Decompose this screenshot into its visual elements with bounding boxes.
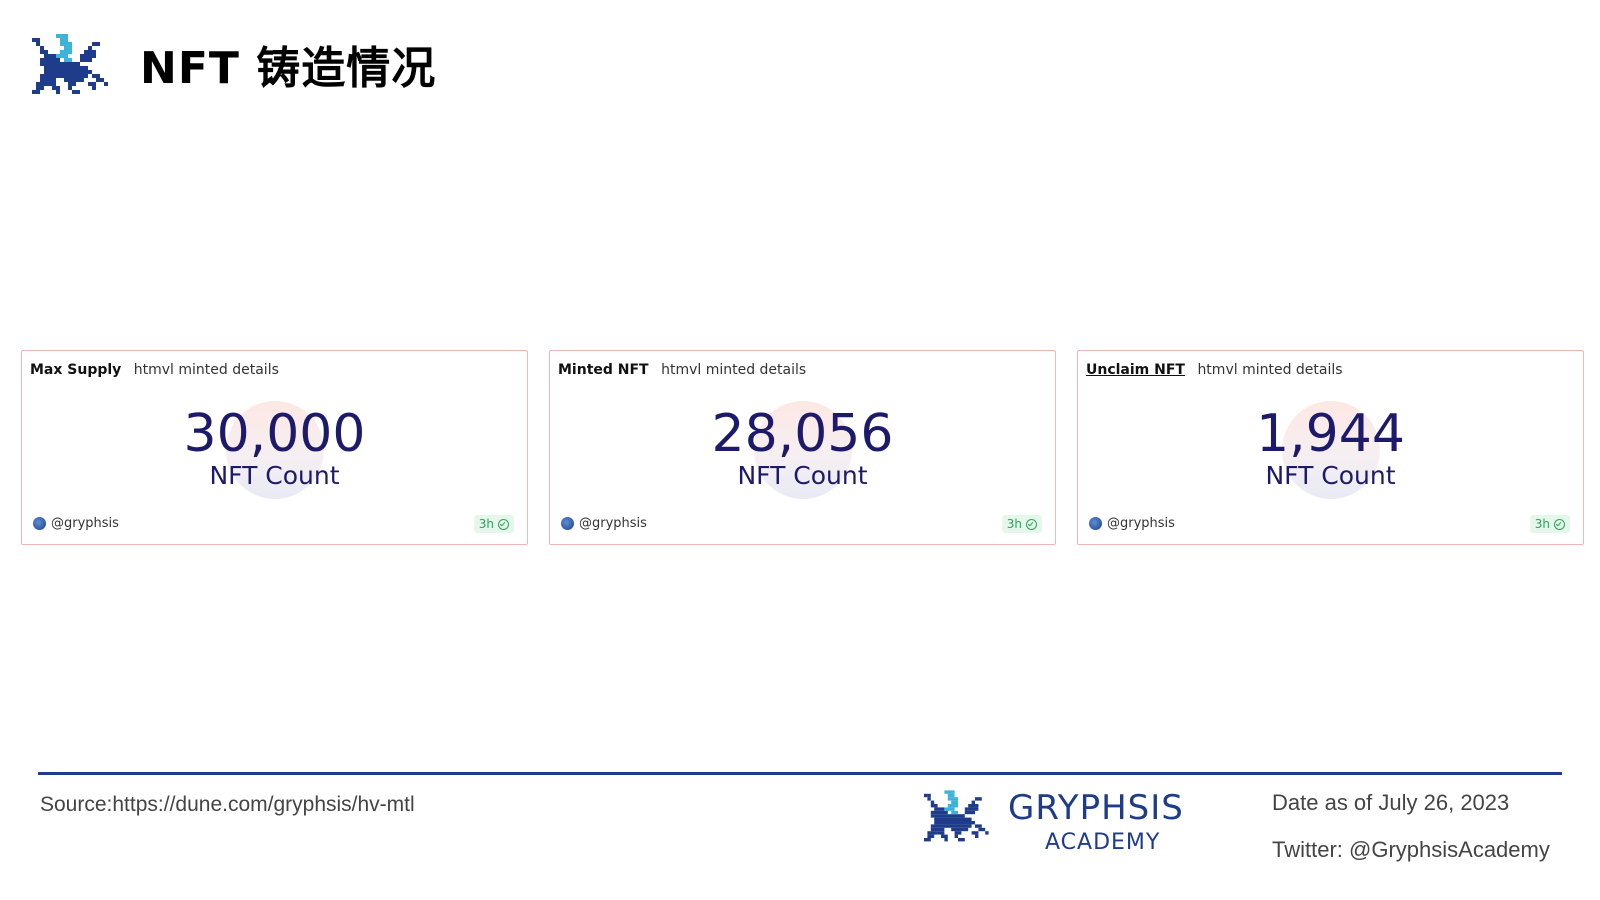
check-circle-icon [498,518,509,530]
author-link[interactable]: @gryphsis [33,516,119,531]
query-name[interactable]: htmvl minted details [134,362,279,378]
counter-label: NFT Count [737,461,868,490]
twitter-handle: Twitter: @GryphsisAcademy [1272,837,1550,862]
brand-name: GRYPHSIS [1008,788,1184,828]
card-title[interactable]: Max Supply [30,362,121,378]
source-note: Source:https://dune.com/gryphsis/hv-mtl [40,793,415,816]
page-title: NFT 铸造情况 [140,43,437,94]
counter-value: 28,056 [711,404,894,464]
counter-label: NFT Count [209,461,340,490]
card-title[interactable]: Minted NFT [558,362,649,378]
check-circle-icon [1026,518,1037,530]
counter-label: NFT Count [1265,461,1396,490]
avatar [561,517,574,530]
footer-divider [38,772,1562,775]
counter-card-unclaim-nft[interactable]: Unclaim NFT htmvl minted details 1,944 N… [1077,350,1584,545]
gryphsis-logo-icon [924,790,989,842]
check-circle-icon [1554,518,1565,530]
author-link[interactable]: @gryphsis [561,516,647,531]
author-name: @gryphsis [1107,516,1175,531]
age-text: 3h [1534,517,1550,531]
freshness-badge: 3h [1529,515,1570,533]
gryphon-logo-icon [32,34,108,94]
avatar [1089,517,1102,530]
avatar [33,517,46,530]
author-name: @gryphsis [579,516,647,531]
card-title[interactable]: Unclaim NFT [1086,362,1185,378]
counter-card-minted-nft[interactable]: Minted NFT htmvl minted details 28,056 N… [549,350,1056,545]
counter-card-max-supply[interactable]: Max Supply htmvl minted details 30,000 N… [21,350,528,545]
card-header: Max Supply htmvl minted details [30,362,279,378]
brand-subtitle: ACADEMY [1045,830,1161,855]
author-name: @gryphsis [51,516,119,531]
age-text: 3h [1006,517,1022,531]
card-header: Minted NFT htmvl minted details [558,362,806,378]
date-note: Date as of July 26, 2023 [1272,790,1510,815]
freshness-badge: 3h [1001,515,1042,533]
card-header: Unclaim NFT htmvl minted details [1086,362,1343,378]
counter-value: 1,944 [1256,404,1405,464]
age-text: 3h [478,517,494,531]
slide: NFT 铸造情况 Max Supply htmvl minted details… [0,0,1600,900]
counter-value: 30,000 [183,404,366,464]
freshness-badge: 3h [473,515,514,533]
query-name[interactable]: htmvl minted details [1197,362,1342,378]
query-name[interactable]: htmvl minted details [661,362,806,378]
author-link[interactable]: @gryphsis [1089,516,1175,531]
